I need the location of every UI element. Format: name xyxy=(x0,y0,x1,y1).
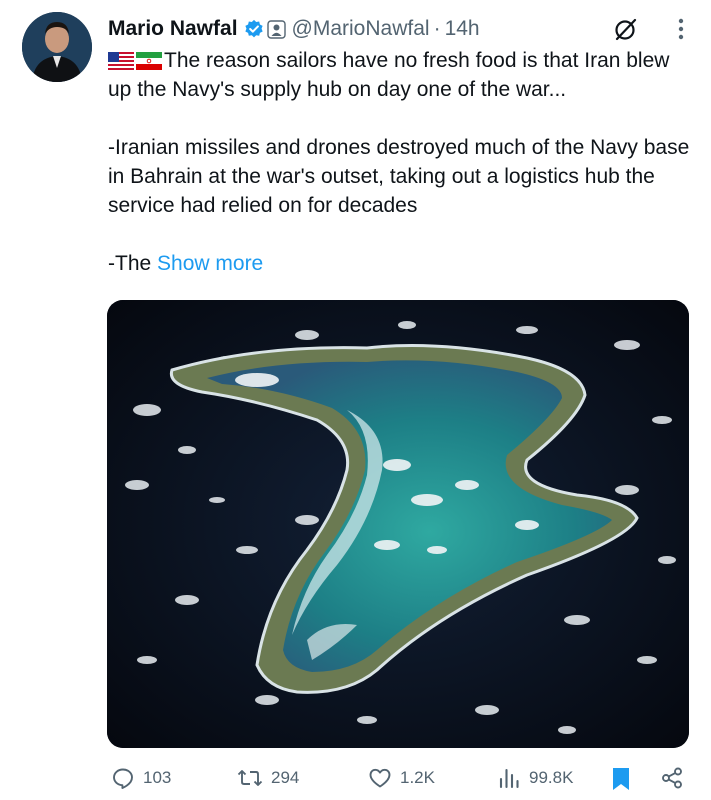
views-button[interactable]: 99.8K xyxy=(497,766,573,790)
show-more-link[interactable]: Show more xyxy=(157,252,263,275)
verified-badge-icon[interactable] xyxy=(244,19,264,39)
tweet-paragraph-3: -The Show more xyxy=(108,249,693,278)
tweet-paragraph-2: -Iranian missiles and drones destroyed m… xyxy=(108,133,693,220)
like-icon xyxy=(369,768,391,788)
tweet-paragraph-1: The reason sailors have no fresh food is… xyxy=(108,46,693,104)
aerial-atoll-photo xyxy=(107,300,689,748)
more-icon[interactable] xyxy=(677,16,685,48)
tweet-header: Mario Nawfal @MarioNawfal · 14h xyxy=(108,12,691,46)
bookmark-button[interactable] xyxy=(610,766,640,792)
share-icon xyxy=(662,767,682,789)
timestamp[interactable]: 14h xyxy=(445,17,480,41)
like-count: 1.2K xyxy=(400,768,435,787)
tweet-line-1: The reason sailors have no fresh food is… xyxy=(108,49,670,101)
affiliate-badge-icon[interactable] xyxy=(266,19,286,39)
reply-icon xyxy=(113,768,133,789)
views-icon xyxy=(499,768,519,789)
author-handle[interactable]: @MarioNawfal xyxy=(292,17,430,41)
separator-dot: · xyxy=(433,17,441,40)
share-button[interactable] xyxy=(660,766,692,790)
repost-count: 294 xyxy=(271,768,300,787)
bookmark-icon xyxy=(613,768,629,790)
us-flag-icon xyxy=(108,52,134,70)
view-count: 99.8K xyxy=(529,768,574,787)
iran-flag-icon xyxy=(136,52,162,70)
truncated-text: -The xyxy=(108,252,152,275)
author-name[interactable]: Mario Nawfal xyxy=(108,17,238,41)
repost-button[interactable]: 294 xyxy=(237,766,299,790)
like-button[interactable]: 1.2K xyxy=(368,766,435,790)
reply-button[interactable]: 103 xyxy=(111,766,171,790)
repost-icon xyxy=(237,770,263,786)
action-bar: 103 294 1.2K 99.8K xyxy=(107,766,689,798)
tweet-line-2: -Iranian missiles and drones destroyed m… xyxy=(108,136,690,217)
reply-count: 103 xyxy=(143,768,172,787)
tweet-media-image[interactable] xyxy=(107,300,689,748)
grok-icon[interactable] xyxy=(613,16,639,48)
tweet-text: The reason sailors have no fresh food is… xyxy=(108,46,693,278)
avatar[interactable] xyxy=(22,12,92,82)
